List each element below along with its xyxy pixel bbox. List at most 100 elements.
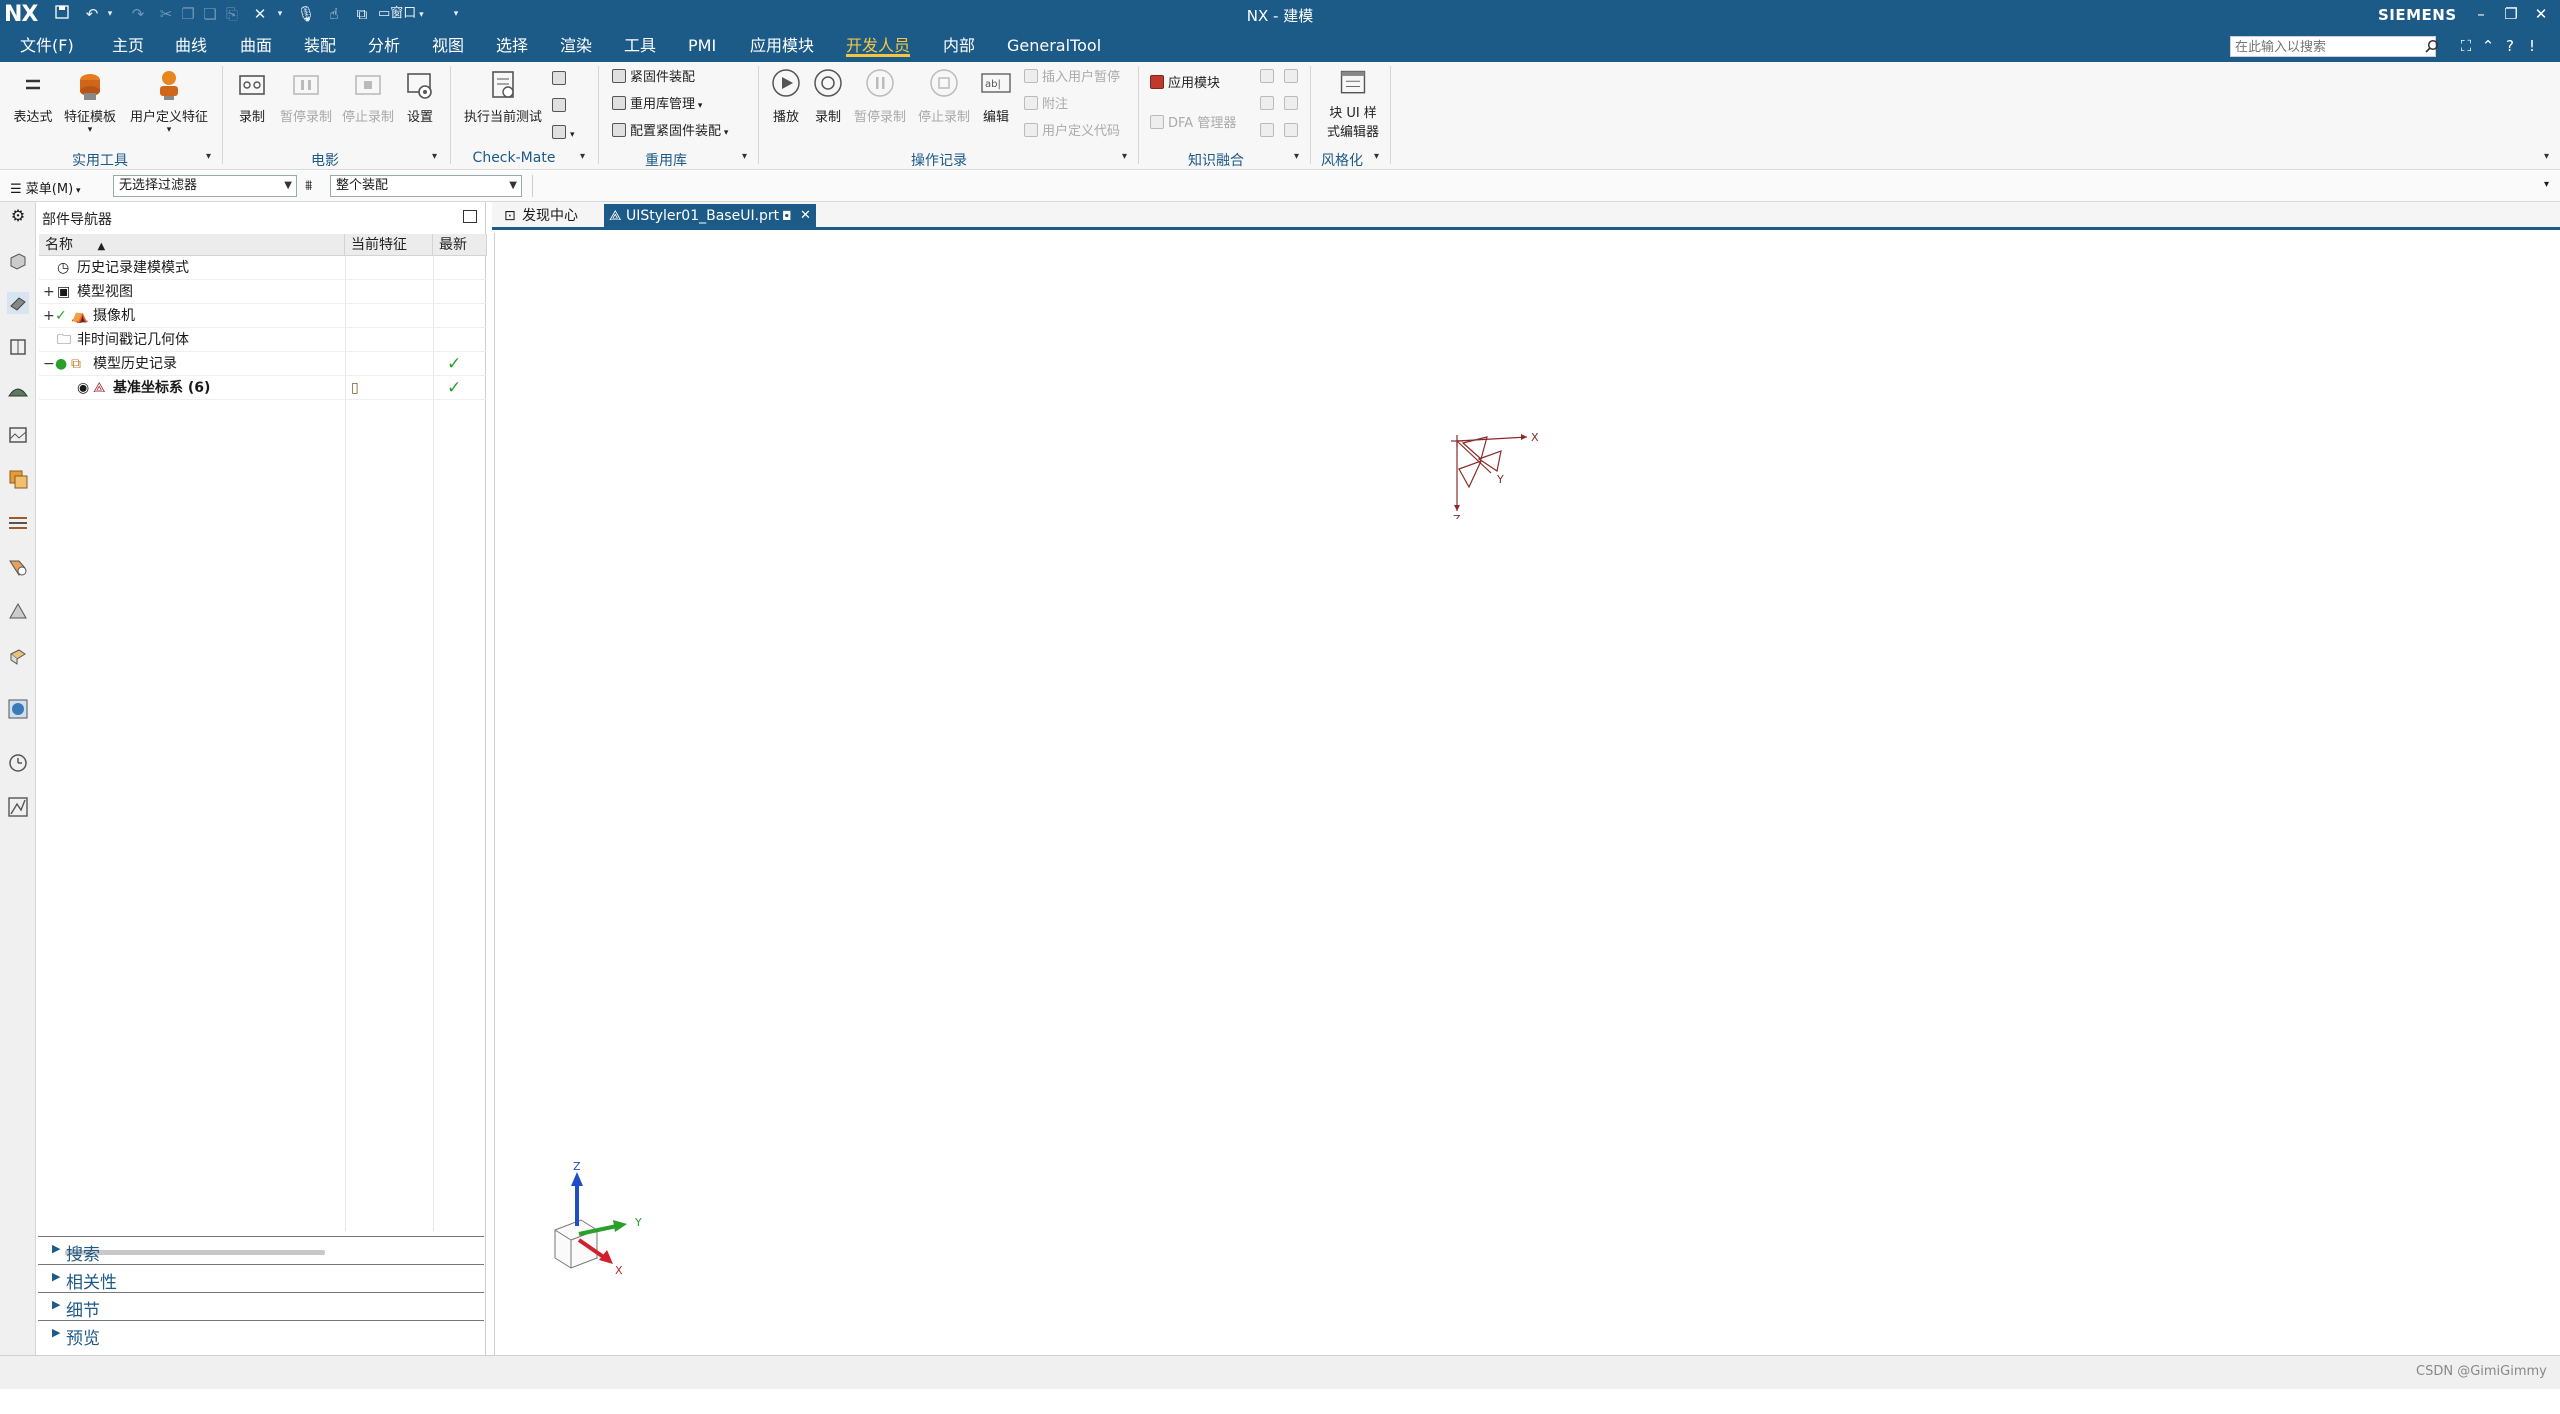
tab-discovery-center[interactable]: ⊡ 发现中心 [500, 204, 604, 228]
selbar-options-icon[interactable]: ▾ [2544, 179, 2549, 190]
part-navigator-icon[interactable] [7, 292, 29, 314]
journal-stop-button[interactable]: 停止录制 [914, 68, 974, 125]
tree-row-cameras[interactable]: + ✓ ⛺ 摄像机 [39, 304, 487, 328]
tree-row-datum-csys[interactable]: ◉ ⟁ 基准坐标系 (6) ▯ ✓ [39, 376, 487, 400]
group-options-icon[interactable]: ▾ [1374, 151, 1379, 162]
manufacturing-wizards-icon[interactable] [7, 556, 29, 578]
help-icon[interactable]: ? [2500, 36, 2520, 56]
collapse-icon[interactable]: − [43, 352, 55, 376]
column-header-latest[interactable]: 最新 [433, 234, 487, 256]
group-options-icon[interactable]: ▾ [742, 151, 747, 162]
group-options-icon[interactable]: ▾ [432, 151, 437, 162]
tree-row-unused-geometry[interactable]: 🗀 非时间戳记几何体 [39, 328, 487, 352]
checkmate-small-button-3[interactable]: ▾ [552, 124, 575, 144]
tree-row-model-views[interactable]: + ▣ 模型视图 [39, 280, 487, 304]
visibility-eye-icon[interactable]: ◉ [77, 376, 89, 400]
type-filter-dropdown[interactable]: 无选择过滤器 ▼ [113, 175, 297, 197]
search-icon[interactable] [2425, 39, 2439, 53]
tab-analysis[interactable]: 分析 [368, 35, 400, 57]
journal-record-button[interactable]: 录制 [808, 68, 848, 125]
column-header-name[interactable]: 名称 ▲ [39, 234, 345, 256]
panel-preview[interactable]: ▶ 预览 [38, 1320, 484, 1349]
movie-settings-button[interactable]: 设置 [400, 68, 440, 125]
kf-small-button-5[interactable] [1260, 122, 1278, 142]
feature-template-button[interactable]: 特征模板 ▾ [60, 68, 120, 135]
tab-pmi[interactable]: PMI [688, 35, 716, 57]
group-options-icon[interactable]: ▾ [1294, 151, 1299, 162]
configure-fastener-button[interactable]: 配置紧固件装配 ▾ [612, 122, 728, 142]
fastener-assembly-button[interactable]: 紧固件装配 [612, 68, 695, 88]
journal-play-button[interactable]: 播放 [766, 68, 806, 125]
menu-button[interactable]: ☰ 菜单(M) ▾ [10, 178, 81, 197]
panel-details[interactable]: ▶ 细节 [38, 1292, 484, 1321]
tab-applications[interactable]: 应用模块 [750, 35, 814, 57]
group-options-icon[interactable]: ▾ [580, 151, 585, 162]
kf-small-button-4[interactable] [1284, 95, 1302, 115]
constraint-navigator-icon[interactable] [7, 336, 29, 358]
full-screen-icon[interactable]: ⛶ [2456, 36, 2476, 56]
resource-bar-settings-icon[interactable]: ⚙ [7, 206, 29, 228]
roles-icon[interactable] [7, 600, 29, 622]
kf-small-button-6[interactable] [1284, 122, 1302, 142]
kf-small-button-1[interactable] [1260, 68, 1278, 88]
tab-view[interactable]: 视图 [432, 35, 464, 57]
tree-row-history-mode[interactable]: ◷ 历史记录建模模式 [39, 256, 487, 280]
process-studio-icon[interactable] [7, 512, 29, 534]
reuse-library-icon[interactable] [7, 380, 29, 402]
insert-user-pause-button[interactable]: 插入用户暂停 [1024, 68, 1120, 88]
kf-application-button[interactable]: 应用模块 [1150, 74, 1220, 94]
column-header-current-feature[interactable]: 当前特征 [345, 234, 433, 256]
movie-pause-button[interactable]: 暂停录制 [276, 68, 336, 125]
user-defined-feature-button[interactable]: 用户定义特征 ▾ [124, 68, 214, 135]
history-palette-icon[interactable] [7, 468, 29, 490]
movie-stop-button[interactable]: 停止录制 [338, 68, 398, 125]
tab-assembly[interactable]: 装配 [304, 35, 336, 57]
group-options-icon[interactable]: ▾ [1122, 151, 1127, 162]
user-defined-code-button[interactable]: 用户定义代码 [1024, 122, 1120, 142]
tree-row-model-history[interactable]: − ● ⧉ 模型历史记录 ✓ [39, 352, 487, 376]
expand-icon[interactable]: + [43, 280, 55, 304]
filter-icon[interactable]: ⩩ [305, 178, 312, 194]
hd3d-tools-icon[interactable] [7, 698, 29, 720]
close-button[interactable]: ✕ [2530, 3, 2552, 25]
expression-button[interactable]: 表达式 [8, 68, 58, 125]
selection-scope-dropdown[interactable]: 整个装配 ▼ [330, 175, 522, 197]
expand-icon[interactable]: + [43, 304, 55, 328]
journal-edit-button[interactable]: ab| 编辑 [976, 68, 1016, 125]
view-triad[interactable]: Z Y X [545, 1160, 675, 1280]
journal-pause-button[interactable]: 暂停录制 [850, 68, 910, 125]
reuse-library-manager-button[interactable]: 重用库管理 ▾ [612, 95, 702, 115]
tab-tools[interactable]: 工具 [624, 35, 656, 57]
panel-search[interactable]: ▶ 搜索 [38, 1236, 484, 1265]
system-scenes-icon[interactable] [7, 644, 29, 666]
block-ui-styler-button[interactable]: 块 UI 样 式编辑器 [1316, 68, 1390, 140]
graphics-window[interactable]: X Y Z Z Y X [494, 233, 2560, 1355]
command-search-input[interactable] [2230, 36, 2436, 57]
clock-history-icon[interactable] [7, 752, 29, 774]
ribbon-options-icon[interactable]: ▾ [2544, 151, 2549, 162]
restore-button[interactable]: ❐ [2500, 3, 2522, 25]
visualization-tools-icon[interactable] [7, 796, 29, 818]
dfa-manager-button[interactable]: DFA 管理器 [1150, 114, 1236, 134]
kf-small-button-2[interactable] [1284, 68, 1302, 88]
web-browser-icon[interactable] [7, 424, 29, 446]
tab-selection[interactable]: 选择 [496, 35, 528, 57]
alert-icon[interactable]: ! [2522, 36, 2542, 56]
minimize-button[interactable]: – [2470, 3, 2492, 25]
run-current-test-button[interactable]: 执行当前测试 [458, 68, 548, 125]
journal-note-button[interactable]: 附注 [1024, 95, 1068, 115]
tab-home[interactable]: 主页 [112, 35, 144, 57]
group-options-icon[interactable]: ▾ [206, 151, 211, 162]
maximize-panel-icon[interactable] [463, 210, 477, 223]
tab-surface[interactable]: 曲面 [240, 35, 272, 57]
checkmate-small-button-2[interactable] [552, 97, 570, 117]
tab-generaltool[interactable]: GeneralTool [1007, 35, 1101, 57]
collapse-ribbon-icon[interactable]: ⌃ [2478, 36, 2498, 56]
tab-render[interactable]: 渲染 [560, 35, 592, 57]
menu-file[interactable]: 文件(F) [20, 35, 74, 57]
tab-developer[interactable]: 开发人员 [846, 35, 911, 57]
tab-curve[interactable]: 曲线 [175, 35, 207, 57]
movie-record-button[interactable]: 录制 [232, 68, 272, 125]
datum-csys[interactable]: X Y Z [1445, 429, 1545, 519]
assembly-navigator-icon[interactable] [7, 250, 29, 272]
